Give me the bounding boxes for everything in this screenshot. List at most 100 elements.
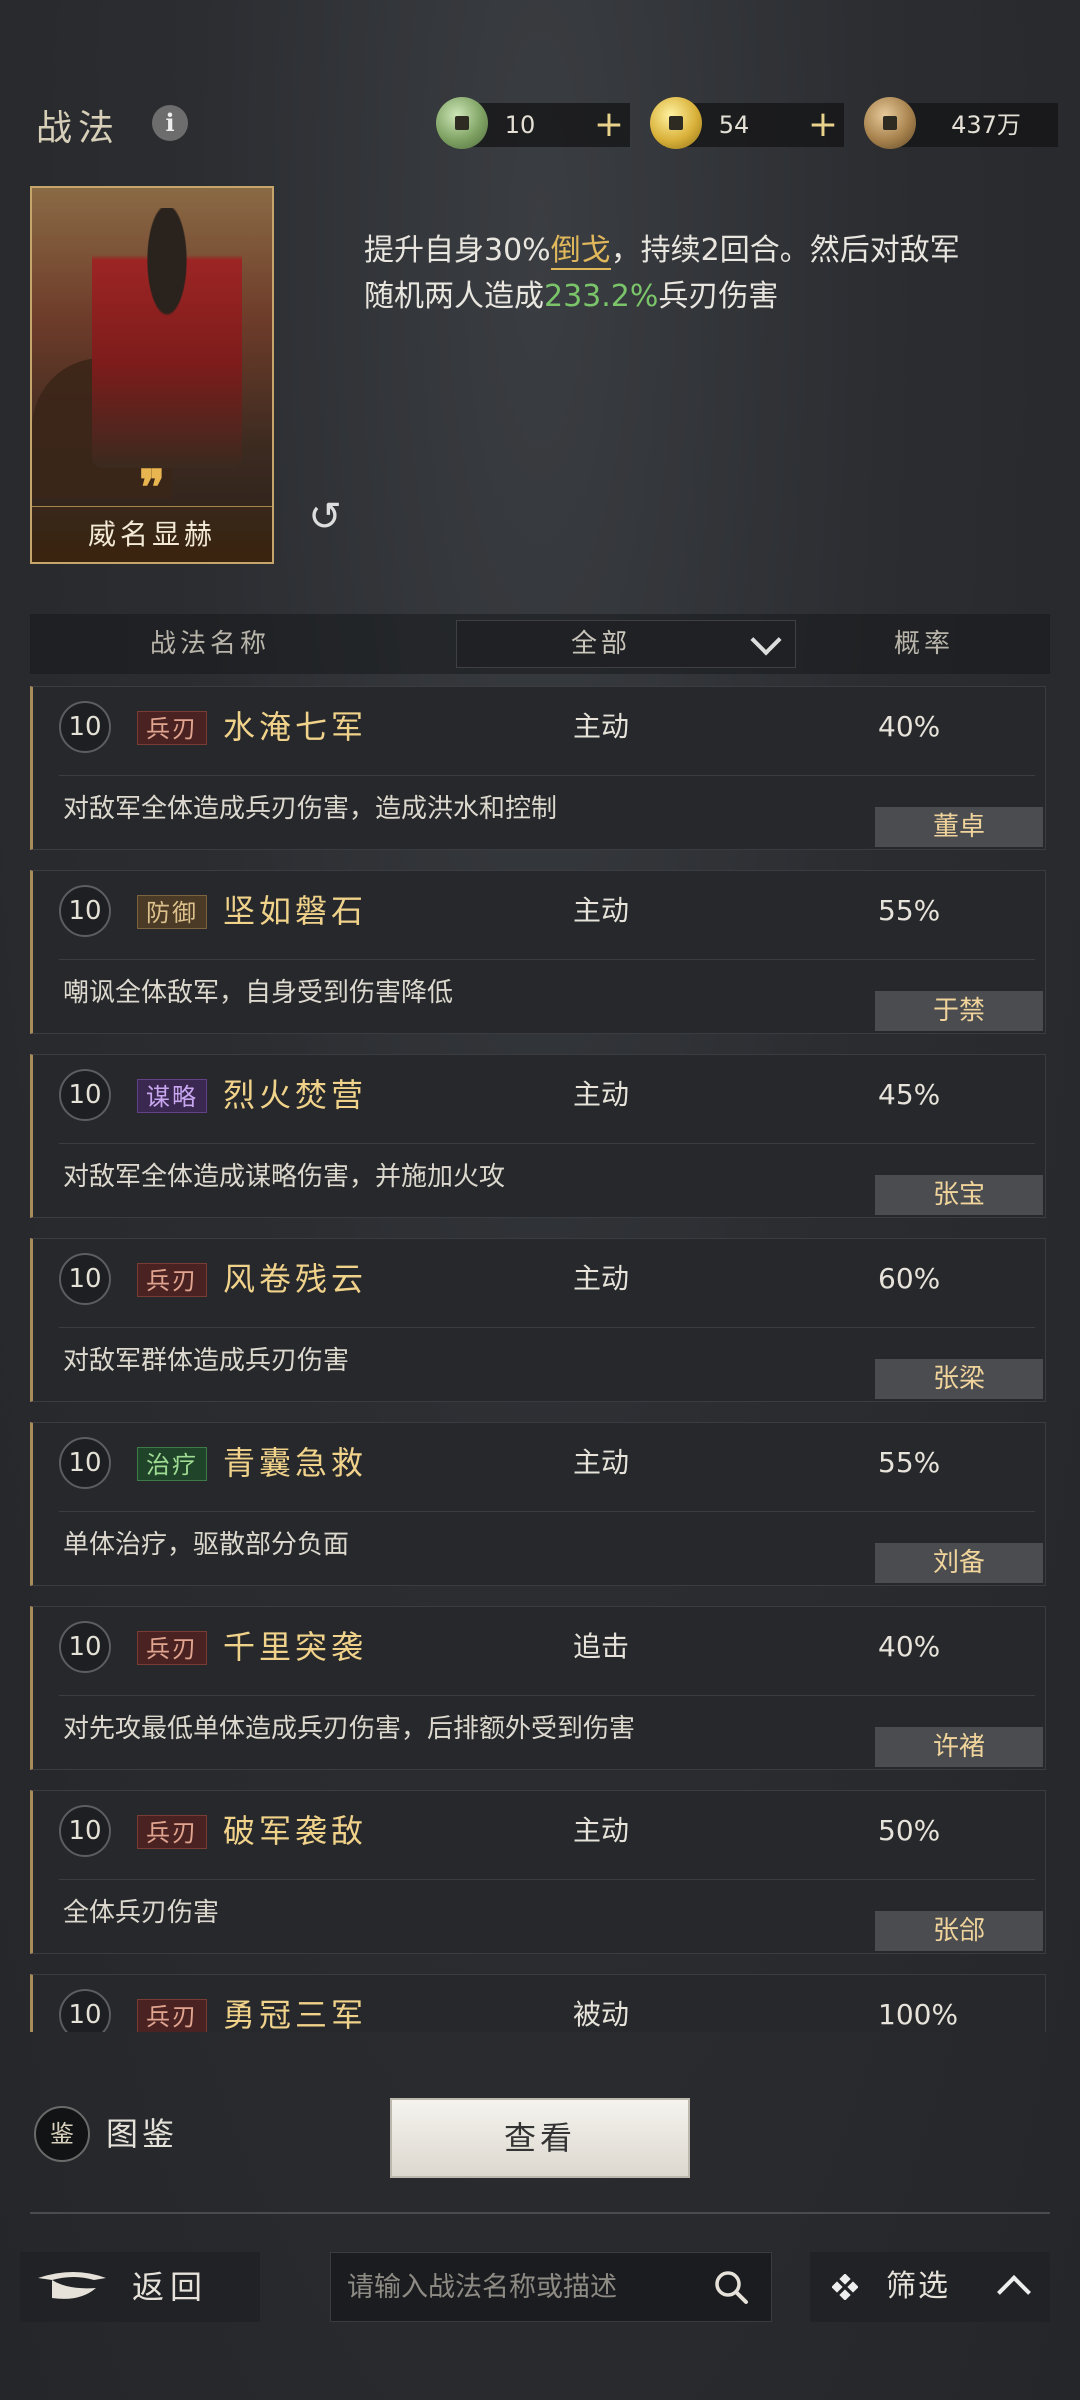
skill-row[interactable]: 10 防御 坚如磐石 主动 55% 嘲讽全体敌军，自身受到伤害降低 于禁 xyxy=(30,870,1046,1034)
skill-name: 破军袭敌 xyxy=(223,1812,368,1850)
filter-diamond-icon xyxy=(832,2274,858,2300)
column-skill-name: 战法名称 xyxy=(150,629,271,659)
resource-gold: 54 + xyxy=(650,97,844,149)
skill-owner-button[interactable]: 张宝 xyxy=(875,1175,1043,1215)
skill-level-badge: 10 xyxy=(59,1805,111,1857)
skill-level-badge: 10 xyxy=(59,1069,111,1121)
general-illustration xyxy=(92,208,242,468)
row-divider xyxy=(59,1879,1035,1880)
skill-row[interactable]: 10 兵刃 千里突袭 追击 40% 对先攻最低单体造成兵刃伤害，后排额外受到伤害 许褚 xyxy=(30,1606,1046,1770)
skill-row-description: 对敌军全体造成兵刃伤害，造成洪水和控制 xyxy=(63,794,558,824)
resource-jade: 10 + xyxy=(436,97,630,149)
skill-row[interactable]: 10 兵刃 勇冠三军 被动 100% xyxy=(30,1974,1046,2032)
skill-type: 主动 xyxy=(573,1814,630,1847)
list-header: 战法名称 全部 概率 xyxy=(30,614,1050,674)
skill-category-tag: 防御 xyxy=(137,895,207,929)
page-title: 战法 xyxy=(36,108,121,149)
skill-level-badge: 10 xyxy=(59,1621,111,1673)
skill-owner-button[interactable]: 张郃 xyxy=(875,1911,1043,1951)
resource-gold-value: 54 xyxy=(718,111,750,139)
skill-category-tag: 谋略 xyxy=(137,1079,207,1113)
skill-rate: 60% xyxy=(878,1262,941,1295)
resource-copper: 437万 xyxy=(864,97,1058,149)
skill-name: 水淹七军 xyxy=(223,708,368,746)
row-divider xyxy=(59,1143,1035,1144)
skill-level-badge: 10 xyxy=(59,885,111,937)
skill-category-tag: 兵刃 xyxy=(137,1631,207,1665)
back-button[interactable]: 返回 xyxy=(20,2252,260,2322)
skill-row-description: 嘲讽全体敌军，自身受到伤害降低 xyxy=(63,978,454,1008)
top-bar: 战法 i 10 + 54 + 437万 xyxy=(0,95,1080,155)
add-jade-button[interactable]: + xyxy=(594,103,624,147)
skill-name: 风卷残云 xyxy=(223,1260,368,1298)
skill-type: 主动 xyxy=(573,710,630,743)
skill-row-description: 对敌军群体造成兵刃伤害 xyxy=(63,1346,350,1376)
skill-row-description: 单体治疗，驱散部分负面 xyxy=(63,1530,350,1560)
reset-icon[interactable]: ↺ xyxy=(302,494,348,540)
skill-type: 被动 xyxy=(573,1998,630,2031)
skill-card[interactable]: ❞ 威名显赫 xyxy=(30,186,274,564)
card-skill-name: 威名显赫 xyxy=(32,506,272,562)
add-gold-button[interactable]: + xyxy=(808,103,838,147)
skill-name: 千里突袭 xyxy=(223,1628,368,1666)
skill-rate: 55% xyxy=(878,1446,941,1479)
filter-button[interactable]: 筛选 xyxy=(810,2252,1050,2322)
skill-row[interactable]: 10 兵刃 破军袭敌 主动 50% 全体兵刃伤害 张郃 xyxy=(30,1790,1046,1954)
skill-rate: 40% xyxy=(878,1630,941,1663)
search-input[interactable] xyxy=(347,2253,707,2321)
skill-owner-button[interactable]: 许褚 xyxy=(875,1727,1043,1767)
tujian-button[interactable]: 图鉴 xyxy=(106,2106,178,2162)
skill-list[interactable]: 10 兵刃 水淹七军 主动 40% 对敌军全体造成兵刃伤害，造成洪水和控制 董卓 10 防御 坚如… xyxy=(30,686,1050,2032)
skill-rate: 100% xyxy=(878,1998,959,2031)
skill-row[interactable]: 10 谋略 烈火焚营 主动 45% 对敌军全体造成谋略伤害，并施加火攻 张宝 xyxy=(30,1054,1046,1218)
skill-type: 追击 xyxy=(573,1630,630,1663)
info-icon[interactable]: i xyxy=(152,105,188,141)
back-label: 返回 xyxy=(132,2268,209,2306)
skill-category-tag: 兵刃 xyxy=(137,1263,207,1297)
skill-row[interactable]: 10 治疗 青囊急救 主动 55% 单体治疗，驱散部分负面 刘备 xyxy=(30,1422,1046,1586)
skill-category-tag: 兵刃 xyxy=(137,711,207,745)
tujian-icon[interactable]: 鉴 xyxy=(34,2106,90,2162)
category-dropdown-value: 全部 xyxy=(570,629,631,659)
skill-owner-button[interactable]: 刘备 xyxy=(875,1543,1043,1583)
search-box[interactable] xyxy=(330,2252,772,2322)
skill-row[interactable]: 10 兵刃 水淹七军 主动 40% 对敌军全体造成兵刃伤害，造成洪水和控制 董卓 xyxy=(30,686,1046,850)
row-divider xyxy=(59,1695,1035,1696)
skill-row-description: 对敌军全体造成谋略伤害，并施加火攻 xyxy=(63,1162,506,1192)
row-divider xyxy=(59,775,1035,776)
category-dropdown[interactable]: 全部 xyxy=(456,620,796,668)
skill-level-badge: 10 xyxy=(59,701,111,753)
skill-name: 烈火焚营 xyxy=(223,1076,368,1114)
row-divider xyxy=(59,1327,1035,1328)
skill-row-description: 对先攻最低单体造成兵刃伤害，后排额外受到伤害 xyxy=(63,1714,636,1744)
skill-category-tag: 治疗 xyxy=(137,1447,207,1481)
divider xyxy=(30,2212,1050,2214)
skill-type: 主动 xyxy=(573,1446,630,1479)
skill-rate: 50% xyxy=(878,1814,941,1847)
skill-description: 提升自身30%倒戈，持续2回合。然后对敌军随机两人造成233.2%兵刃伤害 xyxy=(364,233,960,314)
column-rate: 概率 xyxy=(893,629,954,659)
skill-name: 青囊急救 xyxy=(223,1444,368,1482)
skill-row[interactable]: 10 兵刃 风卷残云 主动 60% 对敌军群体造成兵刃伤害 张梁 xyxy=(30,1238,1046,1402)
skill-type: 主动 xyxy=(573,1078,630,1111)
skill-level-badge: 10 xyxy=(59,1437,111,1489)
skill-rate: 40% xyxy=(878,710,941,743)
copper-coin-icon xyxy=(864,97,916,149)
search-icon[interactable] xyxy=(713,2269,749,2305)
skill-owner-button[interactable]: 于禁 xyxy=(875,991,1043,1031)
chevron-up-icon xyxy=(997,2275,1031,2309)
skill-level-badge: 10 xyxy=(59,1253,111,1305)
chevron-down-icon xyxy=(750,624,782,656)
view-button[interactable]: 查看 xyxy=(390,2098,690,2178)
skill-rate: 45% xyxy=(878,1078,941,1111)
bottom-bar: 鉴 图鉴 查看 返回 筛选 xyxy=(0,2080,1080,2400)
skill-rate: 55% xyxy=(878,894,941,927)
row-divider xyxy=(59,1511,1035,1512)
row-divider xyxy=(59,959,1035,960)
skill-owner-button[interactable]: 张梁 xyxy=(875,1359,1043,1399)
skill-owner-button[interactable]: 董卓 xyxy=(875,807,1043,847)
keyword-highlight[interactable]: 倒戈 xyxy=(550,233,611,270)
skill-row-description: 全体兵刃伤害 xyxy=(63,1898,220,1928)
damage-percent: 233.2% xyxy=(544,279,659,314)
skill-name: 坚如磐石 xyxy=(223,892,368,930)
